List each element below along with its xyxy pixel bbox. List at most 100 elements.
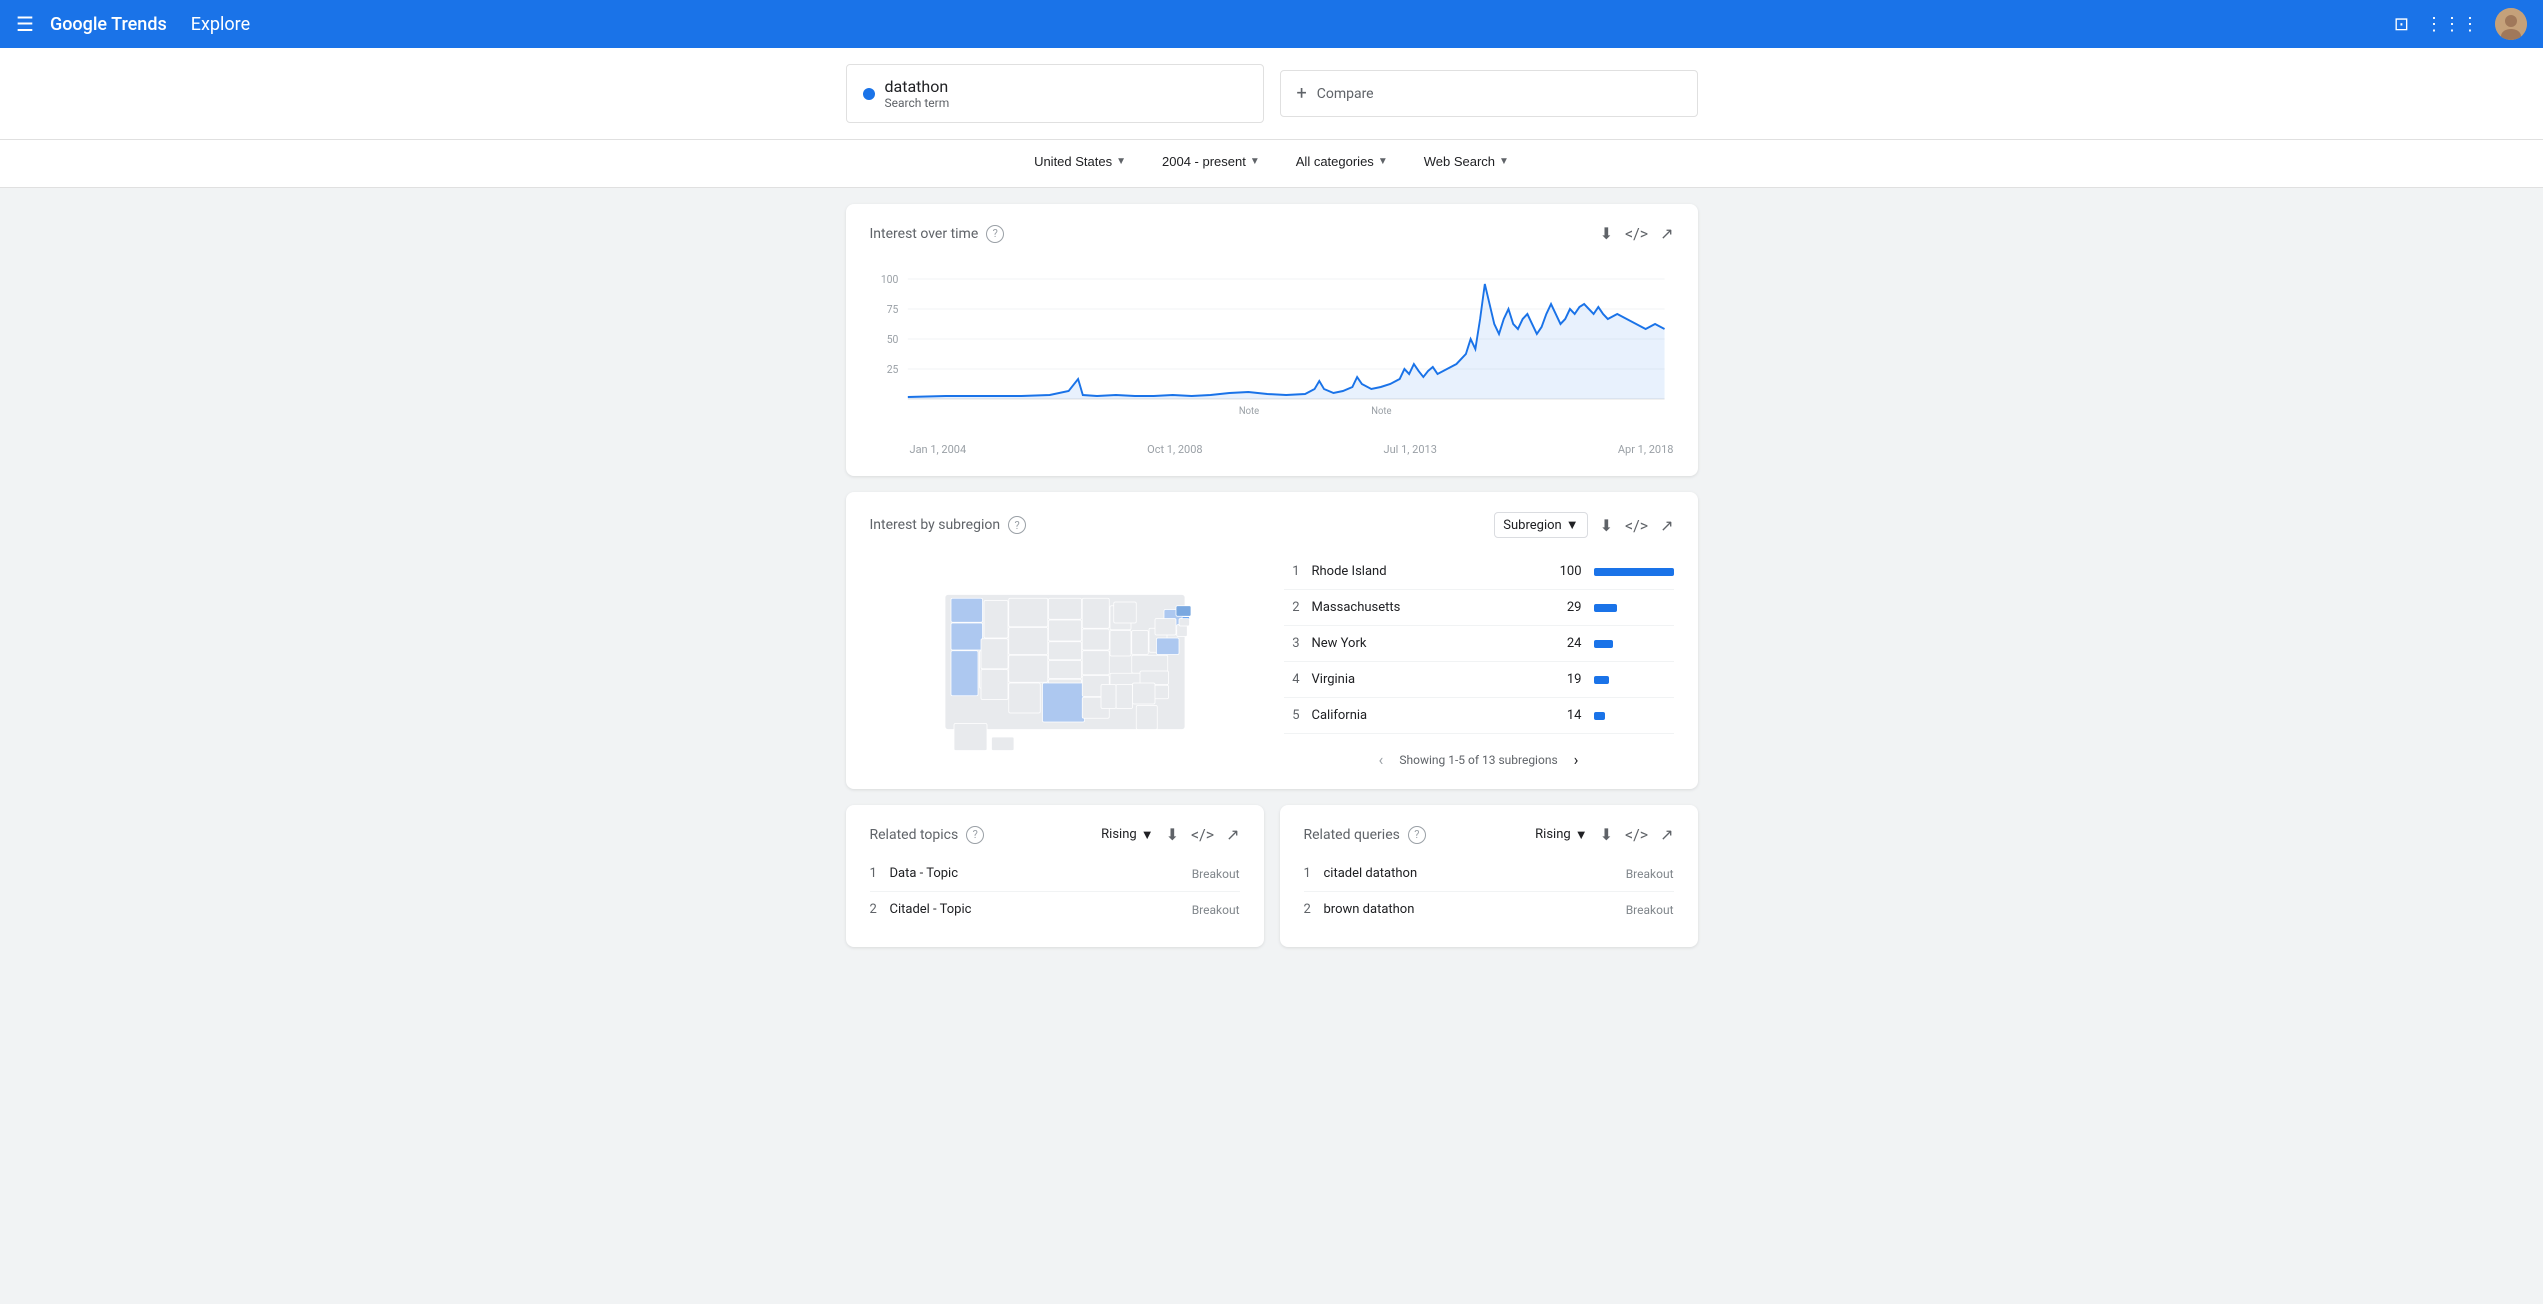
type-filter-label: Web Search: [1424, 154, 1495, 169]
chart-area: 100 75 50 25 Note Note: [870, 259, 1674, 439]
related-topics-actions: Rising ▼ ⬇ </> ↗: [1101, 825, 1239, 844]
prev-page-arrow[interactable]: ‹: [1379, 750, 1384, 769]
subregion-filter-label: Subregion: [1503, 518, 1561, 533]
card-header-subregion: Interest by subregion ? Subregion ▼ ⬇ </…: [870, 512, 1674, 538]
compare-plus-icon: +: [1297, 83, 1307, 104]
rank-score-4: 19: [1552, 672, 1582, 687]
download-icon[interactable]: ⬇: [1600, 224, 1613, 243]
rank-bar-container-5: [1594, 712, 1674, 720]
category-filter[interactable]: All categories ▼: [1284, 148, 1400, 175]
x-label-3: Jul 1, 2013: [1384, 443, 1437, 456]
subregion-help-icon[interactable]: ?: [1008, 516, 1026, 534]
topic-badge-1: Breakout: [1192, 867, 1240, 881]
app-logo: Google Trends: [50, 14, 167, 35]
rank-bar-container-1: [1594, 568, 1674, 576]
related-queries-card: Related queries ? Rising ▼ ⬇ </> ↗ 1 cit…: [1280, 805, 1698, 947]
topics-filter-chevron: ▼: [1141, 827, 1154, 843]
topics-share-icon[interactable]: ↗: [1226, 825, 1239, 844]
user-avatar[interactable]: [2495, 8, 2527, 40]
subregion-download-icon[interactable]: ⬇: [1600, 516, 1613, 535]
svg-text:100: 100: [880, 273, 898, 286]
chat-icon[interactable]: ⊡: [2394, 14, 2409, 35]
subregion-title: Interest by subregion: [870, 517, 1001, 533]
time-chevron-icon: ▼: [1250, 156, 1260, 167]
filters-area: United States ▼ 2004 - present ▼ All cat…: [0, 140, 2543, 188]
time-help-icon[interactable]: ?: [986, 225, 1004, 243]
related-queries-actions: Rising ▼ ⬇ </> ↗: [1535, 825, 1673, 844]
pagination-text: Showing 1-5 of 13 subregions: [1399, 753, 1557, 767]
category-chevron-icon: ▼: [1378, 156, 1388, 167]
subregion-embed-icon[interactable]: </>: [1625, 516, 1648, 535]
embed-icon[interactable]: </>: [1625, 224, 1648, 243]
time-card-actions: ⬇ </> ↗: [1600, 224, 1674, 243]
related-topics-filter-btn[interactable]: Rising ▼: [1101, 827, 1153, 843]
time-filter[interactable]: 2004 - present ▼: [1150, 148, 1272, 175]
rank-name-3: New York: [1312, 636, 1540, 651]
rank-bar-container-4: [1594, 676, 1674, 684]
subregion-header-right: Subregion ▼ ⬇ </> ↗: [1494, 512, 1673, 538]
region-chevron-icon: ▼: [1116, 156, 1126, 167]
svg-text:50: 50: [886, 333, 898, 346]
rank-score-5: 14: [1552, 708, 1582, 723]
subregion-content: 1 Rhode Island 100 2 Massachusetts 29: [870, 554, 1674, 769]
filters-container: United States ▼ 2004 - present ▼ All cat…: [998, 148, 1545, 175]
rank-name-1: Rhode Island: [1312, 564, 1540, 579]
interest-over-time-card: Interest over time ? ⬇ </> ↗ 100 75 50: [846, 204, 1698, 476]
subregion-filter-chevron: ▼: [1566, 517, 1579, 533]
rank-num-3: 3: [1284, 636, 1300, 651]
compare-label: Compare: [1317, 86, 1374, 102]
share-icon[interactable]: ↗: [1660, 224, 1673, 243]
queries-share-icon[interactable]: ↗: [1660, 825, 1673, 844]
rankings-area: 1 Rhode Island 100 2 Massachusetts 29: [1284, 554, 1674, 769]
query-badge-1: Breakout: [1626, 867, 1674, 881]
type-chevron-icon: ▼: [1499, 156, 1509, 167]
query-num-2: 2: [1304, 902, 1324, 917]
rank-name-5: California: [1312, 708, 1540, 723]
subregion-filter-btn[interactable]: Subregion ▼: [1494, 512, 1587, 538]
related-topics-title-row: Related topics ?: [870, 826, 985, 844]
next-page-arrow[interactable]: ›: [1574, 750, 1579, 769]
topic-num-1: 1: [870, 866, 890, 881]
related-queries-help-icon[interactable]: ?: [1408, 826, 1426, 844]
topics-download-icon[interactable]: ⬇: [1166, 825, 1179, 844]
queries-embed-icon[interactable]: </>: [1625, 825, 1648, 844]
related-queries-filter-label: Rising: [1535, 827, 1571, 842]
type-filter[interactable]: Web Search ▼: [1412, 148, 1521, 175]
related-queries-filter-btn[interactable]: Rising ▼: [1535, 827, 1587, 843]
ranking-row-1: 1 Rhode Island 100: [1284, 554, 1674, 590]
related-query-row-1: 1 citadel datathon Breakout: [1304, 856, 1674, 892]
rank-score-3: 24: [1552, 636, 1582, 651]
related-queries-title-row: Related queries ?: [1304, 826, 1426, 844]
header-right: ⊡ ⋮⋮⋮: [2394, 8, 2527, 40]
compare-box[interactable]: + Compare: [1280, 70, 1698, 117]
ranking-row-2: 2 Massachusetts 29: [1284, 590, 1674, 626]
apps-icon[interactable]: ⋮⋮⋮: [2425, 14, 2479, 35]
ranking-row-3: 3 New York 24: [1284, 626, 1674, 662]
queries-filter-chevron: ▼: [1575, 827, 1588, 843]
rank-name-4: Virginia: [1312, 672, 1540, 687]
category-filter-label: All categories: [1296, 154, 1374, 169]
topic-num-2: 2: [870, 902, 890, 917]
topic-name-2: Citadel - Topic: [890, 902, 1192, 917]
subregion-share-icon[interactable]: ↗: [1660, 516, 1673, 535]
chart-x-labels: Jan 1, 2004 Oct 1, 2008 Jul 1, 2013 Apr …: [870, 439, 1674, 456]
topics-embed-icon[interactable]: </>: [1191, 825, 1214, 844]
queries-download-icon[interactable]: ⬇: [1600, 825, 1613, 844]
rank-bar-3: [1594, 640, 1613, 648]
region-filter[interactable]: United States ▼: [1022, 148, 1138, 175]
rank-num-5: 5: [1284, 708, 1300, 723]
time-filter-label: 2004 - present: [1162, 154, 1246, 169]
interest-by-subregion-card: Interest by subregion ? Subregion ▼ ⬇ </…: [846, 492, 1698, 789]
related-topics-help-icon[interactable]: ?: [966, 826, 984, 844]
time-chart-svg: 100 75 50 25 Note Note: [870, 259, 1674, 439]
search-container: datathon Search term + Compare: [822, 64, 1722, 123]
topic-badge-2: Breakout: [1192, 903, 1240, 917]
svg-text:25: 25: [886, 363, 898, 376]
rank-bar-container-3: [1594, 640, 1674, 648]
search-term-box[interactable]: datathon Search term: [846, 64, 1264, 123]
menu-icon[interactable]: ☰: [16, 12, 34, 36]
pagination-row: ‹ Showing 1-5 of 13 subregions ›: [1284, 734, 1674, 769]
ranking-row-4: 4 Virginia 19: [1284, 662, 1674, 698]
query-name-1: citadel datathon: [1324, 866, 1626, 881]
rank-bar-5: [1594, 712, 1605, 720]
